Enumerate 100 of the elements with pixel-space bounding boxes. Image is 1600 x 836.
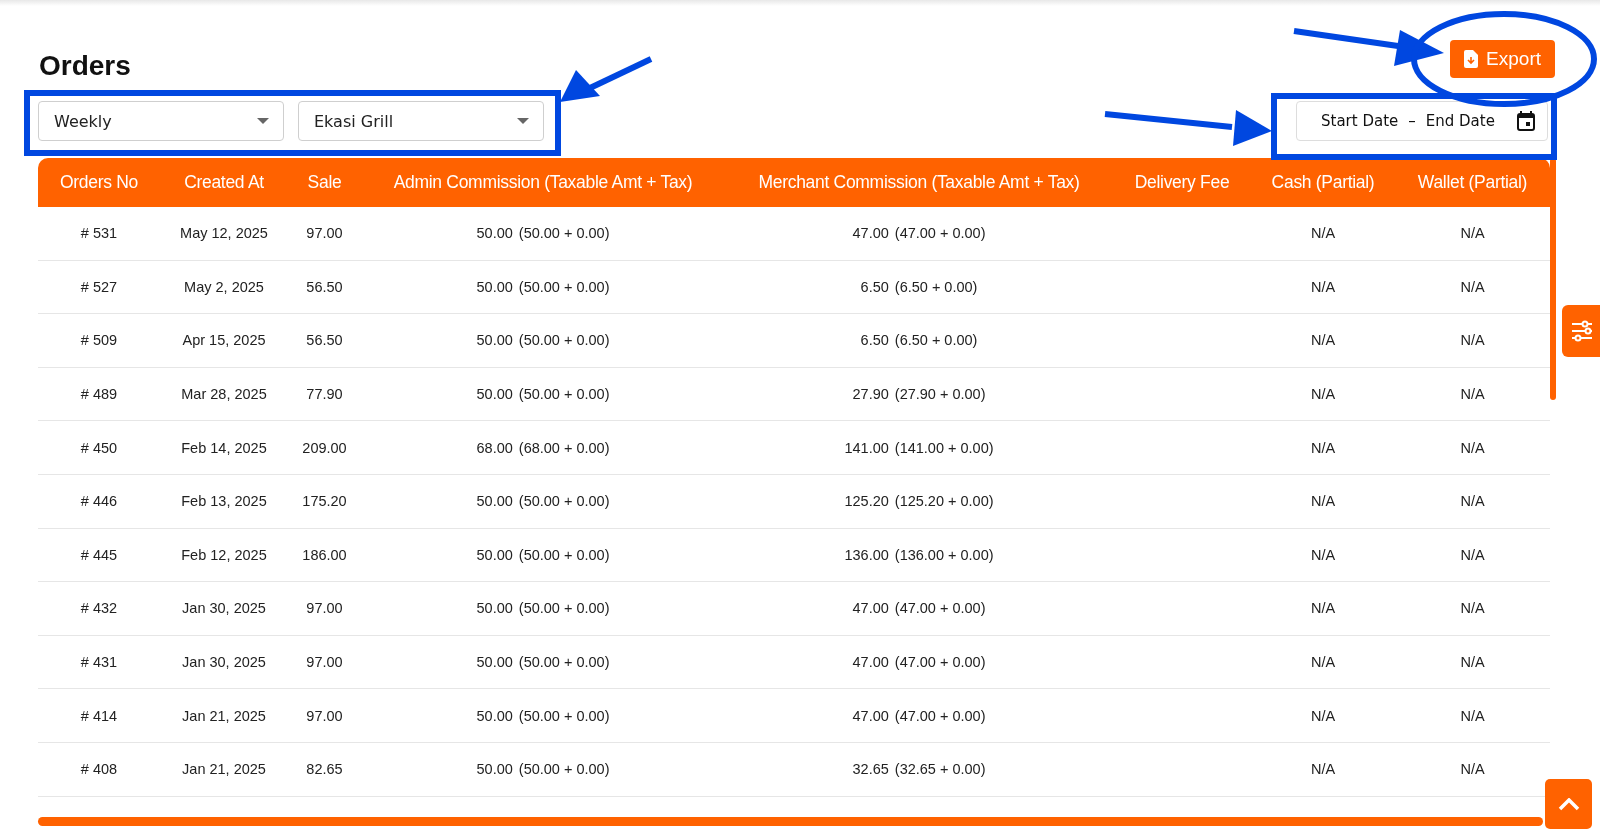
table-cell-text: N/A bbox=[1309, 439, 1337, 456]
table-cell: 47.00 bbox=[852, 225, 889, 242]
table-cell: 50.00 bbox=[476, 600, 513, 617]
caret-icon bbox=[257, 118, 269, 124]
table-cell: (27.90 + 0.00) bbox=[894, 386, 986, 403]
table-cell-text: N/A bbox=[1309, 493, 1337, 510]
horizontal-scrollbar[interactable] bbox=[38, 816, 1543, 826]
table-cell: (141.00 + 0.00) bbox=[894, 439, 994, 456]
table-cell: 50.00 bbox=[476, 761, 513, 778]
table-cell: (50.00 + 0.00) bbox=[518, 225, 610, 242]
table-cell: 50.00 bbox=[476, 546, 513, 563]
table-cell-text: N/A bbox=[1309, 332, 1337, 349]
table-cell-text: 209.00 bbox=[301, 439, 348, 456]
table-cell-text: N/A bbox=[1459, 600, 1486, 617]
table-cell-text: Feb 14, 2025 bbox=[180, 439, 268, 456]
column-header: Created At bbox=[183, 172, 265, 193]
table-cell-text: # 432 bbox=[79, 600, 119, 617]
table-cell: 125.20 bbox=[844, 493, 889, 510]
table-cell-text: Apr 15, 2025 bbox=[181, 332, 267, 349]
column-header: Wallet (Partial) bbox=[1416, 172, 1529, 193]
table-cell: 47.00 bbox=[852, 654, 889, 671]
table-cell-text: # 445 bbox=[79, 546, 119, 563]
table-cell: (50.00 + 0.00) bbox=[518, 761, 610, 778]
table-cell-text: 56.50 bbox=[305, 332, 344, 349]
table-cell-text: N/A bbox=[1309, 386, 1337, 403]
table-cell-text: N/A bbox=[1309, 654, 1337, 671]
column-header: Cash (Partial) bbox=[1270, 172, 1376, 193]
table-cell-text: Jan 21, 2025 bbox=[181, 761, 267, 778]
table-cell: (47.00 + 0.00) bbox=[894, 600, 986, 617]
table-cell: 50.00 bbox=[476, 332, 513, 349]
caret-icon bbox=[517, 118, 529, 124]
table-cell: 6.50 bbox=[860, 332, 889, 349]
table-cell: 50.00 bbox=[476, 225, 513, 242]
table-cell: 68.00 bbox=[476, 439, 513, 456]
table-cell-text: N/A bbox=[1459, 439, 1486, 456]
table-cell: (50.00 + 0.00) bbox=[518, 278, 610, 295]
table-cell-text: Jan 30, 2025 bbox=[181, 654, 267, 671]
table-cell-text: N/A bbox=[1459, 707, 1486, 724]
table-cell: 50.00 bbox=[476, 707, 513, 724]
column-header: Delivery Fee bbox=[1133, 172, 1231, 193]
table-cell-text: N/A bbox=[1309, 278, 1337, 295]
scroll-to-top-button[interactable] bbox=[1545, 779, 1592, 829]
settings-sliders-button[interactable] bbox=[1562, 305, 1600, 357]
table-cell-text: 77.90 bbox=[305, 386, 344, 403]
table-cell-text: N/A bbox=[1459, 493, 1486, 510]
table-cell-text: # 531 bbox=[79, 225, 119, 242]
table-cell: 50.00 bbox=[476, 278, 513, 295]
vertical-scrollbar[interactable] bbox=[1550, 158, 1556, 400]
table-cell-text: N/A bbox=[1459, 546, 1486, 563]
table-cell-text: N/A bbox=[1309, 600, 1337, 617]
table-cell: (136.00 + 0.00) bbox=[894, 546, 994, 563]
table-cell: (47.00 + 0.00) bbox=[894, 707, 986, 724]
column-header: Sale bbox=[306, 172, 343, 193]
table-cell-text: N/A bbox=[1459, 278, 1486, 295]
table-cell-text: 97.00 bbox=[305, 600, 344, 617]
table-cell-text: 97.00 bbox=[305, 654, 344, 671]
dropdown[interactable]: Weekly bbox=[38, 101, 284, 141]
table-cell: (6.50 + 0.00) bbox=[894, 332, 978, 349]
table-cell: (47.00 + 0.00) bbox=[894, 654, 986, 671]
table-cell-text: May 2, 2025 bbox=[183, 278, 265, 295]
table-cell: (6.50 + 0.00) bbox=[894, 278, 978, 295]
table-cell: 32.65 bbox=[852, 761, 889, 778]
table-cell: (50.00 + 0.00) bbox=[518, 493, 610, 510]
table-cell: (47.00 + 0.00) bbox=[894, 225, 986, 242]
table-cell-text: # 509 bbox=[79, 332, 119, 349]
table-cell: (50.00 + 0.00) bbox=[518, 546, 610, 563]
file-download-icon bbox=[1464, 50, 1479, 68]
table-cell: (68.00 + 0.00) bbox=[518, 439, 610, 456]
table-cell-text: # 527 bbox=[79, 278, 119, 295]
table-cell-text: 186.00 bbox=[301, 546, 348, 563]
table-cell-text: 97.00 bbox=[305, 225, 344, 242]
table-cell-text: N/A bbox=[1459, 225, 1486, 242]
table-cell-text: # 450 bbox=[79, 439, 119, 456]
table-cell-text: 97.00 bbox=[305, 707, 344, 724]
table-cell-text: # 446 bbox=[79, 493, 119, 510]
table-cell: (125.20 + 0.00) bbox=[894, 493, 994, 510]
table-cell: 141.00 bbox=[844, 439, 889, 456]
column-header: Admin Commission (Taxable Amt + Tax) bbox=[392, 172, 694, 193]
dropdown[interactable]: Ekasi Grill bbox=[298, 101, 544, 141]
table-cell: 47.00 bbox=[852, 707, 889, 724]
table-cell-text: # 489 bbox=[79, 386, 119, 403]
table-cell-text: N/A bbox=[1459, 386, 1486, 403]
table-cell: (50.00 + 0.00) bbox=[518, 654, 610, 671]
table-cell-text: 56.50 bbox=[305, 278, 344, 295]
table-cell-text: N/A bbox=[1309, 225, 1337, 242]
table-cell: (32.65 + 0.00) bbox=[894, 761, 986, 778]
calendar-icon bbox=[1517, 111, 1535, 131]
column-header: Merchant Commission (Taxable Amt + Tax) bbox=[757, 172, 1081, 193]
table-cell-text: 82.65 bbox=[305, 761, 344, 778]
table-cell: 47.00 bbox=[852, 600, 889, 617]
column-header: Orders No bbox=[59, 172, 139, 193]
table-cell: 6.50 bbox=[860, 278, 889, 295]
table-cell-text: Feb 13, 2025 bbox=[180, 493, 268, 510]
table-cell: (50.00 + 0.00) bbox=[518, 600, 610, 617]
table-cell: 50.00 bbox=[476, 386, 513, 403]
table-cell-text: N/A bbox=[1309, 761, 1337, 778]
table-cell-text: # 408 bbox=[79, 761, 119, 778]
date-range-field[interactable]: Start Date – End Date bbox=[1296, 101, 1548, 141]
table-cell: (50.00 + 0.00) bbox=[518, 332, 610, 349]
table-cell-text: N/A bbox=[1309, 546, 1337, 563]
